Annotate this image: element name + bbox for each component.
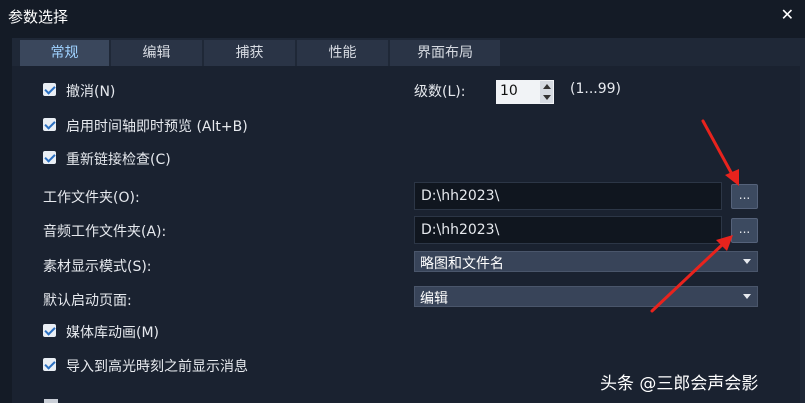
default-startup-page-value: 编辑 (420, 291, 448, 307)
tab-capture[interactable]: 捕获 (204, 40, 295, 66)
default-startup-page-label: 默认启动页面: (43, 293, 132, 309)
undo-label: 撤消(N) (66, 84, 116, 100)
show-message-checkbox[interactable] (43, 358, 56, 371)
show-message-label: 导入到高光時刻之前显示消息 (66, 359, 248, 375)
chevron-down-icon (743, 294, 751, 299)
tab-edit[interactable]: 编辑 (111, 40, 202, 66)
partial-control (44, 399, 58, 403)
instant-preview-checkbox[interactable] (43, 118, 56, 131)
undo-checkbox[interactable] (43, 83, 56, 96)
audio-work-folder-field[interactable]: D:\hh2023\ (414, 216, 722, 244)
relink-check-label: 重新链接检查(C) (66, 152, 171, 168)
tab-ui-layout[interactable]: 界面布局 (390, 40, 500, 66)
instant-preview-label: 启用时间轴即时预览 (Alt+B) (66, 119, 248, 135)
levels-label: 级数(L): (414, 84, 466, 100)
audio-work-folder-browse-button[interactable]: ... (731, 218, 758, 243)
relink-check-checkbox[interactable] (43, 151, 56, 164)
spin-down-icon[interactable] (540, 92, 553, 103)
close-icon[interactable]: ✕ (781, 5, 794, 24)
tab-general[interactable]: 常规 (20, 40, 109, 66)
spin-up-icon[interactable] (540, 81, 553, 92)
levels-stepper[interactable]: 10 (496, 80, 554, 104)
levels-value: 10 (500, 83, 518, 99)
library-animation-checkbox[interactable] (43, 324, 56, 337)
audio-work-folder-label: 音频工作文件夹(A): (43, 224, 167, 240)
clip-display-mode-select[interactable]: 略图和文件名 (414, 251, 758, 272)
tab-performance[interactable]: 性能 (297, 40, 388, 66)
clip-display-mode-value: 略图和文件名 (420, 256, 504, 272)
work-folder-browse-button[interactable]: ... (731, 184, 758, 209)
work-folder-value: D:\hh2023\ (421, 188, 500, 204)
title-bar: 参数选择 ✕ (0, 0, 805, 30)
library-animation-label: 媒体库动画(M) (66, 325, 160, 341)
chevron-down-icon (743, 259, 751, 264)
audio-work-folder-value: D:\hh2023\ (421, 222, 500, 238)
work-folder-label: 工作文件夹(O): (43, 190, 140, 206)
levels-range: (1...99) (570, 81, 621, 97)
default-startup-page-select[interactable]: 编辑 (414, 286, 758, 307)
clip-display-mode-label: 素材显示模式(S): (43, 259, 152, 275)
watermark: 头条 @三郎会声会影 (600, 374, 759, 394)
window-title: 参数选择 (8, 8, 69, 26)
work-folder-field[interactable]: D:\hh2023\ (414, 182, 722, 210)
